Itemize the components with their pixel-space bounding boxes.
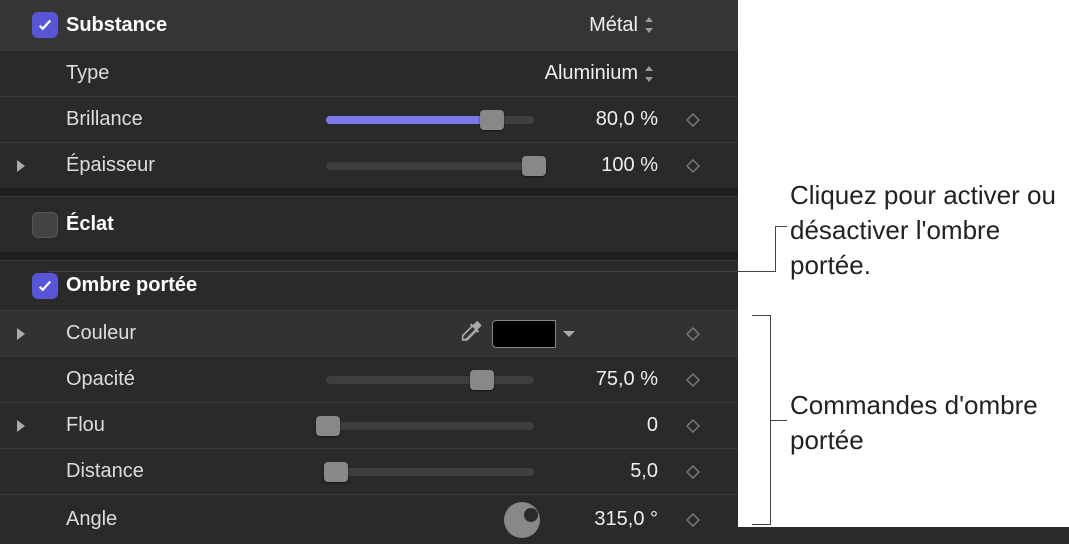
disclosure-right-icon: [15, 327, 27, 341]
color-swatch[interactable]: [492, 320, 556, 348]
distance-slider[interactable]: [326, 468, 534, 476]
angle-value[interactable]: 315,0 °: [548, 508, 658, 531]
opacite-label: Opacité: [66, 368, 236, 391]
angle-row: Angle 315,0 °: [0, 494, 738, 544]
flou-value[interactable]: 0: [548, 414, 658, 437]
flou-row: Flou 0: [0, 402, 738, 448]
flou-disclosure[interactable]: [10, 419, 32, 433]
chevron-down-icon: [562, 329, 576, 339]
epaisseur-row: Épaisseur 100 %: [0, 142, 738, 188]
epaisseur-keyframe[interactable]: [658, 159, 728, 173]
opacite-keyframe[interactable]: [658, 373, 728, 387]
brillance-slider[interactable]: [326, 116, 534, 124]
type-label: Type: [66, 62, 236, 85]
callout-line: [775, 226, 787, 227]
couleur-disclosure[interactable]: [10, 327, 32, 341]
type-row: Type Aluminium: [0, 50, 738, 96]
callout-line: [752, 315, 770, 316]
substance-popup[interactable]: Métal: [589, 14, 658, 37]
callout-line: [770, 420, 787, 421]
flou-keyframe[interactable]: [658, 419, 728, 433]
callout-line: [47, 271, 775, 272]
keyframe-icon: [686, 419, 700, 433]
substance-label: Substance: [66, 14, 236, 37]
brillance-value[interactable]: 80,0 %: [548, 108, 658, 131]
angle-label: Angle: [66, 508, 236, 531]
eyedropper-button[interactable]: [458, 318, 484, 350]
brillance-row: Brillance 80,0 %: [0, 96, 738, 142]
ombre-checkbox[interactable]: [32, 273, 58, 299]
ombre-label: Ombre portée: [66, 274, 236, 297]
angle-dial[interactable]: [504, 502, 540, 538]
inspector-panel: Substance Métal Type Aluminium Brillance: [0, 0, 738, 544]
distance-label: Distance: [66, 460, 236, 483]
eyedropper-icon: [458, 318, 484, 344]
popup-arrows-icon: [644, 66, 654, 82]
ombre-row: Ombre portée: [0, 260, 738, 310]
annotation-toggle-shadow: Cliquez pour activer ou désactiver l'omb…: [790, 178, 1060, 283]
flou-slider[interactable]: [326, 422, 534, 430]
callout-line: [752, 524, 770, 525]
type-popup[interactable]: Aluminium: [545, 62, 658, 85]
flou-label: Flou: [66, 414, 236, 437]
check-icon: [36, 16, 54, 34]
eclat-label: Éclat: [66, 213, 236, 236]
color-popup-arrow[interactable]: [558, 320, 580, 348]
substance-value: Métal: [589, 14, 638, 37]
popup-arrows-icon: [644, 17, 654, 33]
keyframe-icon: [686, 465, 700, 479]
substance-row: Substance Métal: [0, 0, 738, 50]
substance-checkbox[interactable]: [32, 12, 58, 38]
eclat-row: Éclat: [0, 196, 738, 252]
epaisseur-slider[interactable]: [326, 162, 534, 170]
keyframe-icon: [686, 327, 700, 341]
disclosure-right-icon: [15, 419, 27, 433]
opacite-value[interactable]: 75,0 %: [548, 368, 658, 391]
couleur-label: Couleur: [66, 322, 236, 345]
callout-line: [775, 226, 776, 272]
angle-keyframe[interactable]: [658, 513, 728, 527]
epaisseur-value[interactable]: 100 %: [548, 154, 658, 177]
brillance-keyframe[interactable]: [658, 113, 728, 127]
keyframe-icon: [686, 113, 700, 127]
distance-keyframe[interactable]: [658, 465, 728, 479]
brillance-label: Brillance: [66, 108, 236, 131]
opacite-row: Opacité 75,0 %: [0, 356, 738, 402]
distance-value[interactable]: 5,0: [548, 460, 658, 483]
couleur-row: Couleur: [0, 310, 738, 356]
annotation-shadow-controls: Commandes d'ombre portée: [790, 388, 1060, 458]
type-value: Aluminium: [545, 62, 638, 85]
epaisseur-label: Épaisseur: [66, 154, 236, 177]
disclosure-right-icon: [15, 159, 27, 173]
distance-row: Distance 5,0: [0, 448, 738, 494]
check-icon: [36, 277, 54, 295]
keyframe-icon: [686, 373, 700, 387]
opacite-slider[interactable]: [326, 376, 534, 384]
keyframe-icon: [686, 159, 700, 173]
eclat-checkbox[interactable]: [32, 212, 58, 238]
keyframe-icon: [686, 513, 700, 527]
couleur-keyframe[interactable]: [658, 327, 728, 341]
epaisseur-disclosure[interactable]: [10, 159, 32, 173]
